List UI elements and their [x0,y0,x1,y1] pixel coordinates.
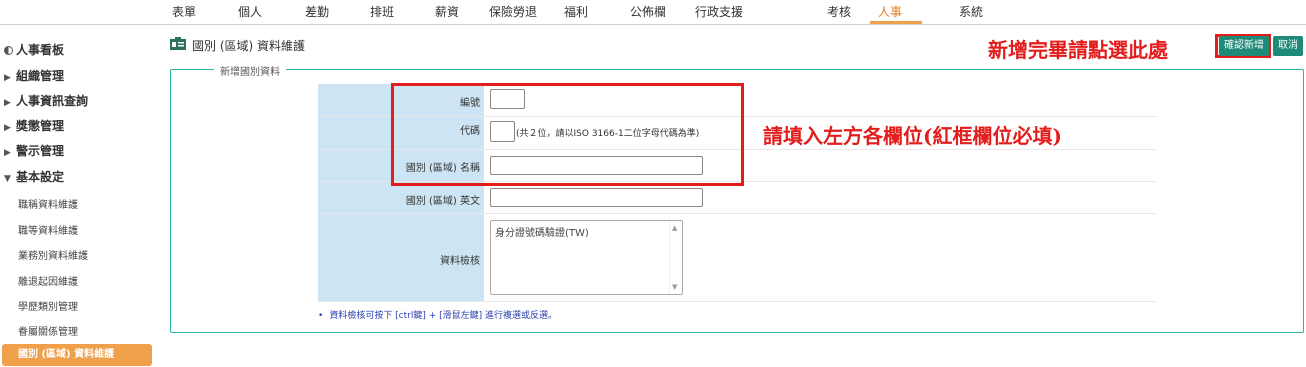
sidebar-item-org-management[interactable]: ▶ 組織管理 [4,67,64,84]
nav-item-payroll[interactable]: 薪資 [435,3,459,20]
data-check-listbox[interactable]: 身分證號碼驗證(TW) ▲ ▼ [490,220,683,295]
nav-item-bulletin[interactable]: 公佈欄 [630,3,666,20]
sidebar-item-hr-dashboard[interactable]: 人事看板 [4,41,64,58]
id-card-icon [170,37,186,50]
cancel-button[interactable]: 取消 [1273,36,1303,56]
sidebar-item-alerts[interactable]: ▶ 警示管理 [4,142,64,159]
confirm-add-button[interactable]: 確認新增 [1219,36,1269,56]
nav-item-scheduling[interactable]: 排班 [370,3,394,20]
nav-item-attendance[interactable]: 差勤 [305,3,329,20]
sidebar-subitem-resignation-reason[interactable]: 離退起因維護 [18,273,78,288]
bullet-icon: • [318,311,324,321]
scroll-down-icon[interactable]: ▼ [672,283,677,291]
caret-down-icon: ▼ [4,174,11,184]
nav-item-system[interactable]: 系統 [959,3,983,20]
sidebar-subitem-business-type[interactable]: 業務別資料維護 [18,247,88,262]
required-fields-highlight [391,83,744,186]
caret-right-icon: ▶ [4,73,11,83]
data-check-label: 資料檢核 [440,256,480,267]
sidebar-subitem-job-grade[interactable]: 職等資料維護 [18,222,78,237]
footnote: • 資料檢核可按下 [ctrl鍵] + [滑鼠左鍵] 進行複選或反選。 [318,308,557,321]
nav-item-welfare[interactable]: 福利 [564,3,588,20]
nav-item-personal[interactable]: 個人 [238,3,262,20]
caret-right-icon: ▶ [4,148,11,158]
nav-item-hr[interactable]: 人事 [878,3,902,20]
footnote-text: 資料檢核可按下 [ctrl鍵] + [滑鼠左鍵] 進行複選或反選。 [329,311,558,321]
sidebar-item-rewards-discipline[interactable]: ▶ 獎懲管理 [4,117,64,134]
instruction-note-fill: 請填入左方各欄位(紅框欄位必填) [763,124,1062,148]
sidebar-item-label: 獎懲管理 [16,119,65,133]
fieldset-legend: 新增國別資料 [214,63,286,78]
instruction-note-confirm: 新增完畢請點選此處 [988,38,1168,62]
caret-right-icon: ▶ [4,123,11,133]
sidebar-item-label: 人事資訊查詢 [16,94,89,108]
page-title: 國別 (區域) 資料維護 [192,39,305,53]
nav-item-forms[interactable]: 表單 [172,3,196,20]
sidebar-subitem-dependents[interactable]: 眷屬關係管理 [18,323,78,338]
nav-active-indicator [870,21,922,24]
sidebar-item-label: 警示管理 [16,144,65,158]
sidebar-item-label: 基本設定 [16,170,65,184]
listbox-scrollbar[interactable]: ▲ ▼ [669,221,682,294]
sidebar-subitem-job-title[interactable]: 職稱資料維護 [18,196,78,211]
name-en-input[interactable] [490,188,703,207]
sidebar-item-basic-settings[interactable]: ▼ 基本設定 [4,168,64,185]
top-nav: 表單 個人 差勤 排班 薪資 保險勞退 福利 公佈欄 行政支援 考核 人事 系統 [0,0,1306,25]
sidebar-item-label: 組織管理 [16,69,65,83]
name-en-label: 國別 (區域) 英文 [405,196,480,207]
nav-item-insurance[interactable]: 保險勞退 [489,3,537,20]
listbox-option[interactable]: 身分證號碼驗證(TW) [495,224,589,239]
nav-item-evaluation[interactable]: 考核 [827,3,851,20]
nav-item-admin-support[interactable]: 行政支援 [695,3,743,20]
sidebar-item-label: 人事看板 [16,43,65,57]
sidebar-subitem-education[interactable]: 學歷類別管理 [18,298,78,313]
dashboard-icon [4,46,13,55]
scroll-up-icon[interactable]: ▲ [672,224,677,232]
sidebar-subitem-country-region[interactable]: 國別 (區域) 資料維護 [2,344,152,366]
caret-right-icon: ▶ [4,98,11,108]
sidebar-item-hr-query[interactable]: ▶ 人事資訊查詢 [4,92,88,109]
